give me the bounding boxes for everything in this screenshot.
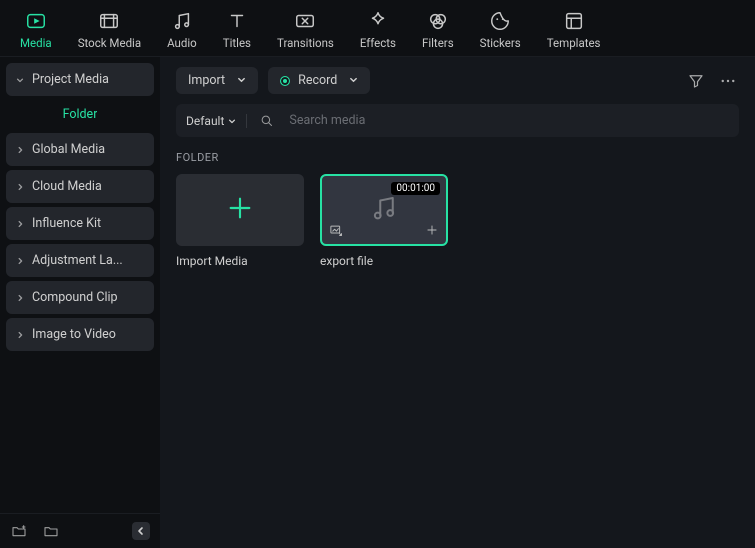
tab-effects[interactable]: Effects [360, 10, 396, 50]
tab-label: Effects [360, 36, 396, 50]
sidebar-item-adjustment-layer[interactable]: Adjustment La... [6, 244, 154, 277]
record-dot-icon [280, 76, 290, 86]
tab-transitions[interactable]: Transitions [277, 10, 334, 50]
sort-dropdown[interactable]: Default [186, 114, 247, 128]
media-clip-card: 00:01:00 export file [320, 174, 448, 268]
stock-media-icon [98, 10, 120, 32]
search-input[interactable] [287, 109, 729, 132]
effects-icon [367, 10, 389, 32]
sidebar-item-label: Influence Kit [32, 216, 101, 231]
chevron-right-icon [16, 183, 24, 191]
sidebar-item-label: Project Media [32, 72, 109, 87]
sidebar-footer [0, 513, 160, 548]
tab-templates[interactable]: Templates [547, 10, 601, 50]
tab-label: Stock Media [78, 36, 141, 50]
tab-label: Filters [422, 36, 454, 50]
folder-icon[interactable] [42, 522, 60, 540]
card-label: Import Media [176, 254, 304, 268]
tab-label: Templates [547, 36, 601, 50]
import-button-label: Import [188, 73, 225, 88]
section-title: FOLDER [176, 151, 739, 164]
chevron-right-icon [16, 331, 24, 339]
sidebar-item-influence-kit[interactable]: Influence Kit [6, 207, 154, 240]
search-icon [259, 113, 275, 129]
sidebar-item-label: Folder [63, 107, 98, 122]
tab-titles[interactable]: Titles [223, 10, 251, 50]
chevron-right-icon [16, 294, 24, 302]
chevron-right-icon [16, 220, 24, 228]
sidebar: Project Media Folder Global Media Cloud … [0, 57, 160, 548]
stickers-icon [489, 10, 511, 32]
image-export-icon [328, 222, 344, 238]
plus-icon [224, 192, 256, 228]
import-media-thumb[interactable] [176, 174, 304, 246]
tab-label: Stickers [480, 36, 521, 50]
tab-audio[interactable]: Audio [167, 10, 197, 50]
sidebar-item-cloud-media[interactable]: Cloud Media [6, 170, 154, 203]
tab-filters[interactable]: Filters [422, 10, 454, 50]
sidebar-item-label: Compound Clip [32, 290, 118, 305]
more-options-icon[interactable] [717, 70, 739, 92]
content-pane: Import Record Default [160, 57, 755, 548]
record-button-label: Record [298, 73, 337, 88]
tab-label: Transitions [277, 36, 334, 50]
sidebar-item-compound-clip[interactable]: Compound Clip [6, 281, 154, 314]
sidebar-item-image-to-video[interactable]: Image to Video [6, 318, 154, 351]
sidebar-item-folder[interactable]: Folder [6, 100, 154, 129]
media-clip-thumb[interactable]: 00:01:00 [320, 174, 448, 246]
chevron-down-icon [16, 76, 24, 84]
chevron-right-icon [16, 146, 24, 154]
templates-icon [563, 10, 585, 32]
filters-icon [427, 10, 449, 32]
import-media-card: Import Media [176, 174, 304, 268]
top-toolbar: Media Stock Media Audio Titles Transitio… [0, 0, 755, 57]
media-icon [25, 10, 47, 32]
chevron-down-icon [228, 117, 236, 125]
media-cards: Import Media 00:01:00 export file [176, 174, 739, 268]
collapse-sidebar-button[interactable] [132, 522, 150, 540]
audio-icon [171, 10, 193, 32]
import-button[interactable]: Import [176, 67, 258, 94]
add-to-timeline-icon[interactable] [424, 222, 440, 238]
tab-stock-media[interactable]: Stock Media [78, 10, 141, 50]
sidebar-item-label: Image to Video [32, 327, 116, 342]
content-topbar: Import Record [176, 57, 739, 104]
sidebar-item-label: Global Media [32, 142, 105, 157]
chevron-right-icon [16, 257, 24, 265]
sidebar-item-project-media[interactable]: Project Media [6, 63, 154, 96]
titles-icon [226, 10, 248, 32]
tab-media[interactable]: Media [20, 10, 52, 50]
new-folder-icon[interactable] [10, 522, 28, 540]
tab-label: Audio [167, 36, 197, 50]
tab-stickers[interactable]: Stickers [480, 10, 521, 50]
sidebar-item-global-media[interactable]: Global Media [6, 133, 154, 166]
record-button[interactable]: Record [268, 67, 370, 94]
card-label: export file [320, 254, 448, 268]
tab-label: Titles [223, 36, 251, 50]
music-icon [369, 193, 399, 227]
sort-label: Default [186, 114, 224, 128]
search-bar: Default [176, 104, 739, 137]
chevron-down-icon [349, 73, 358, 88]
filter-settings-icon[interactable] [685, 70, 707, 92]
sidebar-item-label: Adjustment La... [32, 253, 123, 268]
tab-label: Media [20, 36, 52, 50]
chevron-down-icon [237, 73, 246, 88]
transitions-icon [294, 10, 316, 32]
sidebar-item-label: Cloud Media [32, 179, 102, 194]
